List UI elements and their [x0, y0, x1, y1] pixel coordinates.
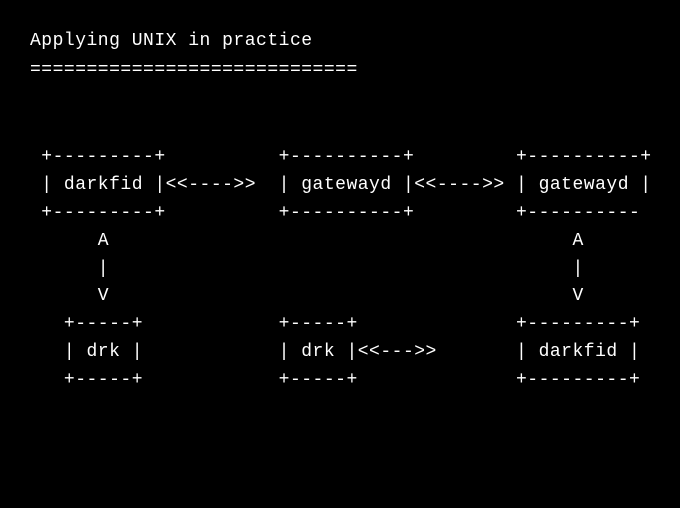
- page-title: Applying UNIX in practice: [30, 28, 680, 55]
- diagram-line: A A: [30, 231, 584, 251]
- diagram-line: +---------+ +----------+ +----------+: [30, 147, 652, 167]
- diagram-line: | darkfid |<<---->> | gatewayd |<<---->>…: [30, 175, 652, 195]
- diagram-line: +-----+ +-----+ +---------+: [30, 314, 640, 334]
- title-underline: =============================: [30, 57, 680, 84]
- ascii-diagram: +---------+ +----------+ +----------+ | …: [30, 144, 680, 395]
- diagram-line: | drk | | drk |<<--->> | darkfid |: [30, 342, 640, 362]
- diagram-line: | |: [30, 259, 584, 279]
- diagram-line: V V: [30, 286, 584, 306]
- diagram-line: +---------+ +----------+ +----------: [30, 203, 652, 223]
- diagram-line: +-----+ +-----+ +---------+: [30, 370, 640, 390]
